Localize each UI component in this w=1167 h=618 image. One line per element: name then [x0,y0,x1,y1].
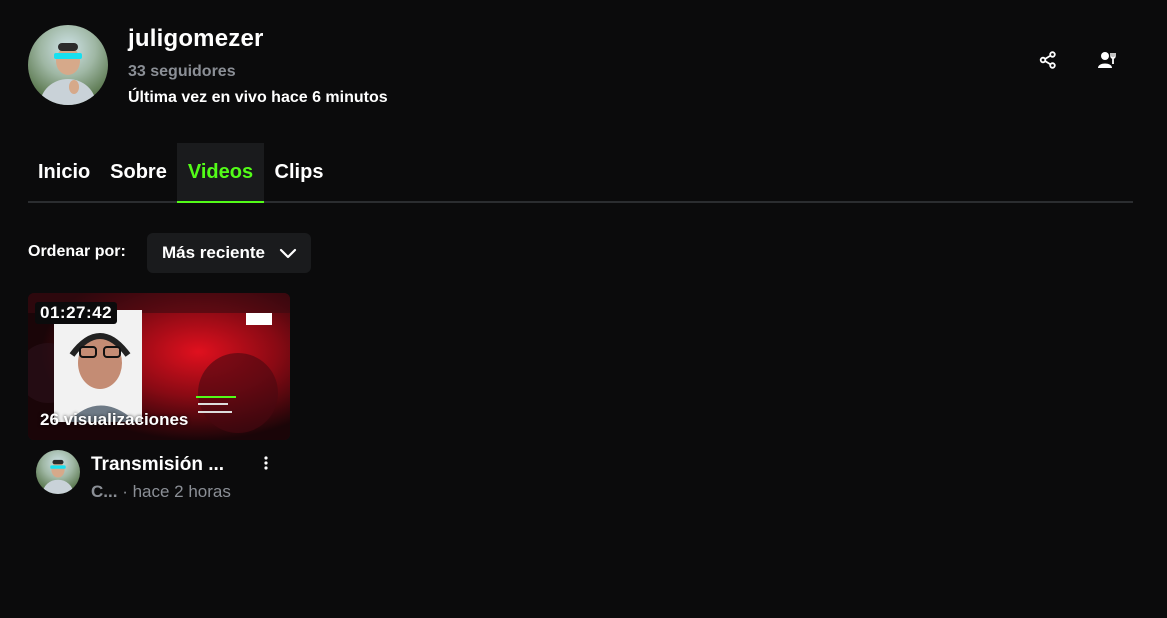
video-category-link[interactable]: C... [91,482,117,501]
last-live-status: Última vez en vivo hace 6 minutos [128,89,388,106]
tab-inicio[interactable]: Inicio [28,143,100,203]
tab-sobre[interactable]: Sobre [100,143,177,203]
channel-tabs: Inicio Sobre Videos Clips [28,143,1133,203]
user-settings-icon [1098,52,1116,68]
chevron-down-icon [279,248,297,259]
channel-avatar[interactable] [28,25,108,105]
video-time-ago: · hace 2 horas [122,482,231,501]
video-views: 26 visualizaciones [40,410,189,429]
channel-name: juligomezer [128,25,264,52]
follower-count: 33 seguidores [128,63,236,80]
more-vertical-icon [264,456,268,470]
sort-dropdown[interactable]: Más reciente [147,233,311,273]
video-options-button[interactable] [256,456,276,476]
sort-label: Ordenar por: [28,243,126,260]
video-channel-avatar[interactable] [36,450,80,494]
share-button[interactable] [1033,45,1063,75]
video-duration: 01:27:42 [35,302,118,324]
share-icon [1039,51,1056,69]
profile-settings-button[interactable] [1093,45,1123,75]
video-thumbnail[interactable]: 01:27:42 26 visualizaciones [28,293,290,440]
tab-clips[interactable]: Clips [264,143,334,203]
video-meta: C... · hace 2 horas [91,482,231,502]
tab-videos[interactable]: Videos [177,143,264,203]
video-card: 01:27:42 26 visualizaciones Transmisión … [28,293,290,501]
channel-header: juligomezer 33 seguidores Última vez en … [28,25,1133,115]
sort-selected-value: Más reciente [162,243,265,262]
video-title[interactable]: Transmisión ... [91,454,224,476]
